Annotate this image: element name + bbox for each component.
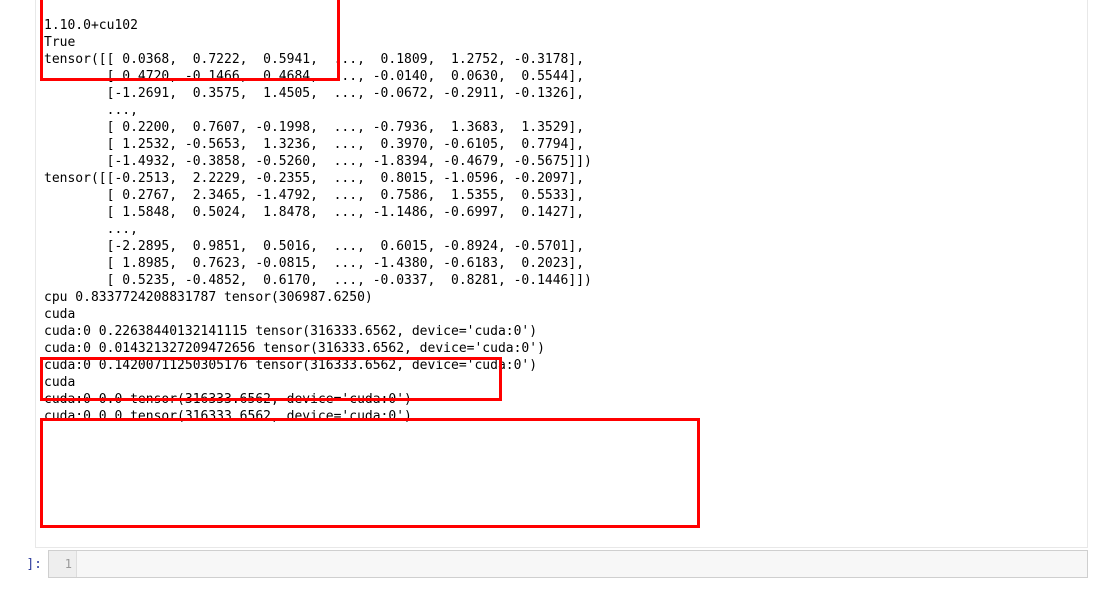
- notebook-area: 1.10.0+cu102 True tensor([[ 0.0368, 0.72…: [0, 0, 1100, 599]
- line-gutter: 1: [49, 551, 77, 577]
- output-line: tensor([[-0.2513, 2.2229, -0.2355, ..., …: [44, 171, 584, 186]
- output-line: ...,: [44, 103, 138, 118]
- code-content[interactable]: [77, 551, 1087, 577]
- highlight-box-3: [40, 418, 700, 528]
- output-cell[interactable]: 1.10.0+cu102 True tensor([[ 0.0368, 0.72…: [35, 0, 1088, 548]
- output-line: [-1.4932, -0.3858, -0.5260, ..., -1.8394…: [44, 154, 592, 169]
- output-line: tensor([[ 0.0368, 0.7222, 0.5941, ..., 0…: [44, 52, 584, 67]
- output-line: cuda:0 0.0 tensor(316333.6562, device='c…: [44, 392, 412, 407]
- output-line: [ 1.8985, 0.7623, -0.0815, ..., -1.4380,…: [44, 256, 584, 271]
- output-line: [ 1.5848, 0.5024, 1.8478, ..., -1.1486, …: [44, 205, 584, 220]
- output-line: [-1.2691, 0.3575, 1.4505, ..., -0.0672, …: [44, 86, 584, 101]
- input-cell: ]: 1: [0, 550, 1088, 578]
- output-line: [ 0.5235, -0.4852, 0.6170, ..., -0.0337,…: [44, 273, 592, 288]
- output-line: cuda:0 0.22638440132141115 tensor(316333…: [44, 324, 537, 339]
- output-line: 1.10.0+cu102: [44, 18, 138, 33]
- output-line: [-2.2895, 0.9851, 0.5016, ..., 0.6015, -…: [44, 239, 584, 254]
- output-line: [ 0.2200, 0.7607, -0.1998, ..., -0.7936,…: [44, 120, 584, 135]
- output-line: cpu 0.8337724208831787 tensor(306987.625…: [44, 290, 373, 305]
- output-line: ...,: [44, 222, 138, 237]
- code-editor[interactable]: 1: [48, 550, 1088, 578]
- output-line: True: [44, 35, 75, 50]
- input-prompt: ]:: [0, 550, 48, 573]
- output-line: cuda: [44, 307, 75, 322]
- output-line: cuda:0 0.14200711250305176 tensor(316333…: [44, 358, 537, 373]
- output-line: cuda:0 0.0 tensor(316333.6562, device='c…: [44, 409, 412, 424]
- output-line: cuda: [44, 375, 75, 390]
- output-line: [ 0.2767, 2.3465, -1.4792, ..., 0.7586, …: [44, 188, 584, 203]
- output-text: 1.10.0+cu102 True tensor([[ 0.0368, 0.72…: [36, 0, 1087, 516]
- output-line: [ 1.2532, -0.5653, 1.3236, ..., 0.3970, …: [44, 137, 584, 152]
- output-line: cuda:0 0.014321327209472656 tensor(31633…: [44, 341, 545, 356]
- output-line: [ 0.4720, -0.1466, 0.4684, ..., -0.0140,…: [44, 69, 584, 84]
